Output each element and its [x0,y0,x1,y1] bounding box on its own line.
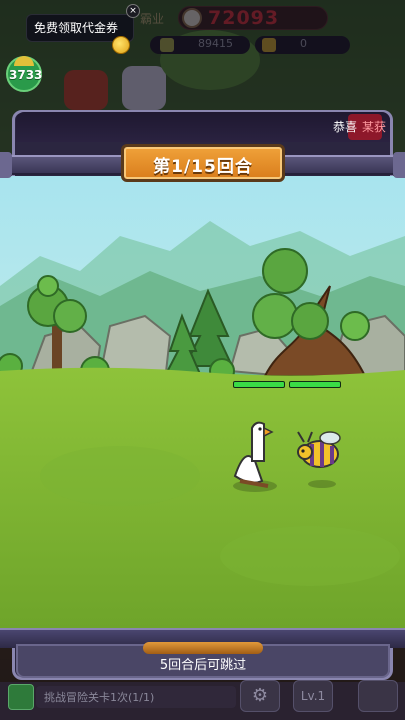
skip-knob [143,642,263,654]
congrats-tag-text: 某获 [362,120,387,134]
sword-icon [8,684,34,710]
smile-emoji-icon [112,36,130,54]
gear-icon[interactable]: ⚙ [240,680,280,712]
level-button[interactable]: Lv.1 [293,680,333,712]
voucher-promo-text[interactable]: 免费领取代金券 [34,19,118,36]
arena-scene [0,176,405,630]
bee-hp-bar [289,381,341,388]
congrats-label: 恭喜 [333,120,358,134]
big-tree-leaves [262,248,308,294]
skip-hint-text: 5回合后可跳过 [159,658,247,673]
battle-arena [0,176,405,630]
goose-hp-bar [233,381,285,388]
player-level-value: 3733 [9,68,43,82]
adventure-task-text: 挑战冒险关卡1次(1/1) [44,691,155,704]
round-counter: 第1/15回合 [153,157,253,177]
goose-hp-fill [234,382,284,387]
grass-field [0,367,405,630]
rail-cap-left [0,152,12,178]
promo-close-icon[interactable]: × [126,4,140,18]
bee-hp-fill [290,382,340,387]
chat-icon[interactable] [358,680,398,712]
rail-cap-right [393,152,405,178]
